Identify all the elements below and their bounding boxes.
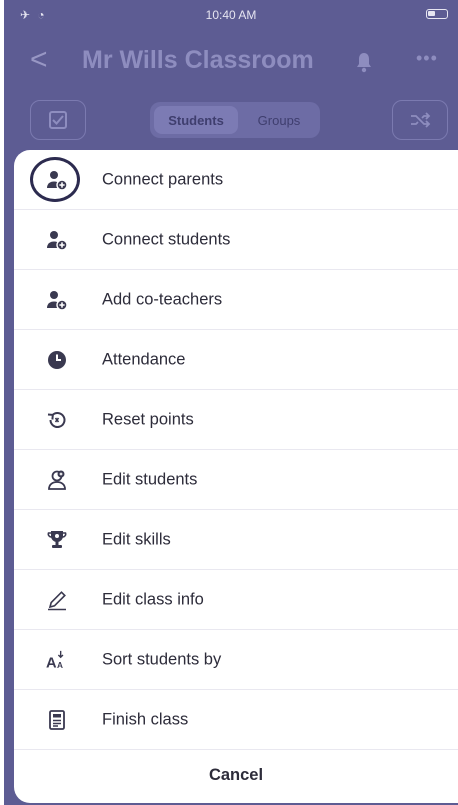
menu-item-add-co-teachers[interactable]: Add co-teachers: [14, 270, 458, 330]
edit-students-icon: [46, 469, 68, 491]
menu-item-sort-students-by[interactable]: A A Sort students by: [14, 630, 458, 690]
menu-item-edit-students[interactable]: Edit students: [14, 450, 458, 510]
status-bar: ✈ ◔ 10:40 AM: [4, 0, 458, 28]
menu-item-label: Connect parents: [102, 170, 224, 188]
class-title: Mr Wills Classroom: [82, 46, 314, 74]
battery-icon: [426, 9, 448, 19]
options-action-sheet: Connect parents Connect students Add co-…: [14, 150, 458, 803]
menu-item-label: Edit students: [102, 470, 198, 488]
menu-item-label: Edit class info: [102, 590, 204, 608]
add-person-icon: [46, 229, 68, 251]
view-segmented-control: Students Groups: [150, 102, 320, 138]
menu-item-edit-skills[interactable]: Edit skills: [14, 510, 458, 570]
back-chevron-icon[interactable]: <: [30, 42, 48, 78]
select-multiple-button[interactable]: [30, 100, 86, 140]
sort-icon: A A: [46, 649, 68, 671]
menu-item-label: Edit skills: [102, 530, 171, 548]
menu-item-label: Finish class: [102, 710, 189, 728]
reset-icon: [46, 409, 68, 431]
tab-students[interactable]: Students: [154, 106, 238, 134]
menu-item-label: Sort students by: [102, 650, 222, 668]
menu-item-finish-class[interactable]: Finish class: [14, 690, 458, 750]
menu-item-connect-students[interactable]: Connect students: [14, 210, 458, 270]
pencil-icon: [46, 589, 68, 611]
menu-item-label: Add co-teachers: [102, 290, 223, 308]
bell-icon[interactable]: [354, 50, 374, 74]
add-person-icon: [46, 169, 68, 191]
status-time: 10:40 AM: [205, 8, 257, 22]
class-toolbar: Students Groups: [4, 100, 458, 142]
svg-text:A: A: [57, 661, 63, 670]
add-person-icon: [46, 289, 68, 311]
shuffle-icon: [411, 112, 431, 128]
finish-icon: [46, 709, 68, 731]
checkbox-icon: [49, 111, 67, 129]
trophy-icon: [46, 529, 68, 551]
cancel-button[interactable]: Cancel: [14, 747, 458, 803]
menu-item-label: Attendance: [102, 350, 186, 368]
clock-icon: [46, 349, 68, 371]
menu-item-reset-points[interactable]: Reset points: [14, 390, 458, 450]
svg-text:A: A: [46, 655, 57, 671]
nav-bar: < Mr Wills Classroom •••: [4, 40, 458, 84]
menu-item-connect-parents[interactable]: Connect parents: [14, 150, 458, 210]
tab-groups[interactable]: Groups: [242, 106, 316, 134]
more-options-icon[interactable]: •••: [416, 48, 438, 69]
menu-item-label: Connect students: [102, 230, 231, 248]
menu-item-label: Reset points: [102, 410, 194, 428]
menu-item-attendance[interactable]: Attendance: [14, 330, 458, 390]
random-button[interactable]: [392, 100, 448, 140]
menu-item-edit-class-info[interactable]: Edit class info: [14, 570, 458, 630]
